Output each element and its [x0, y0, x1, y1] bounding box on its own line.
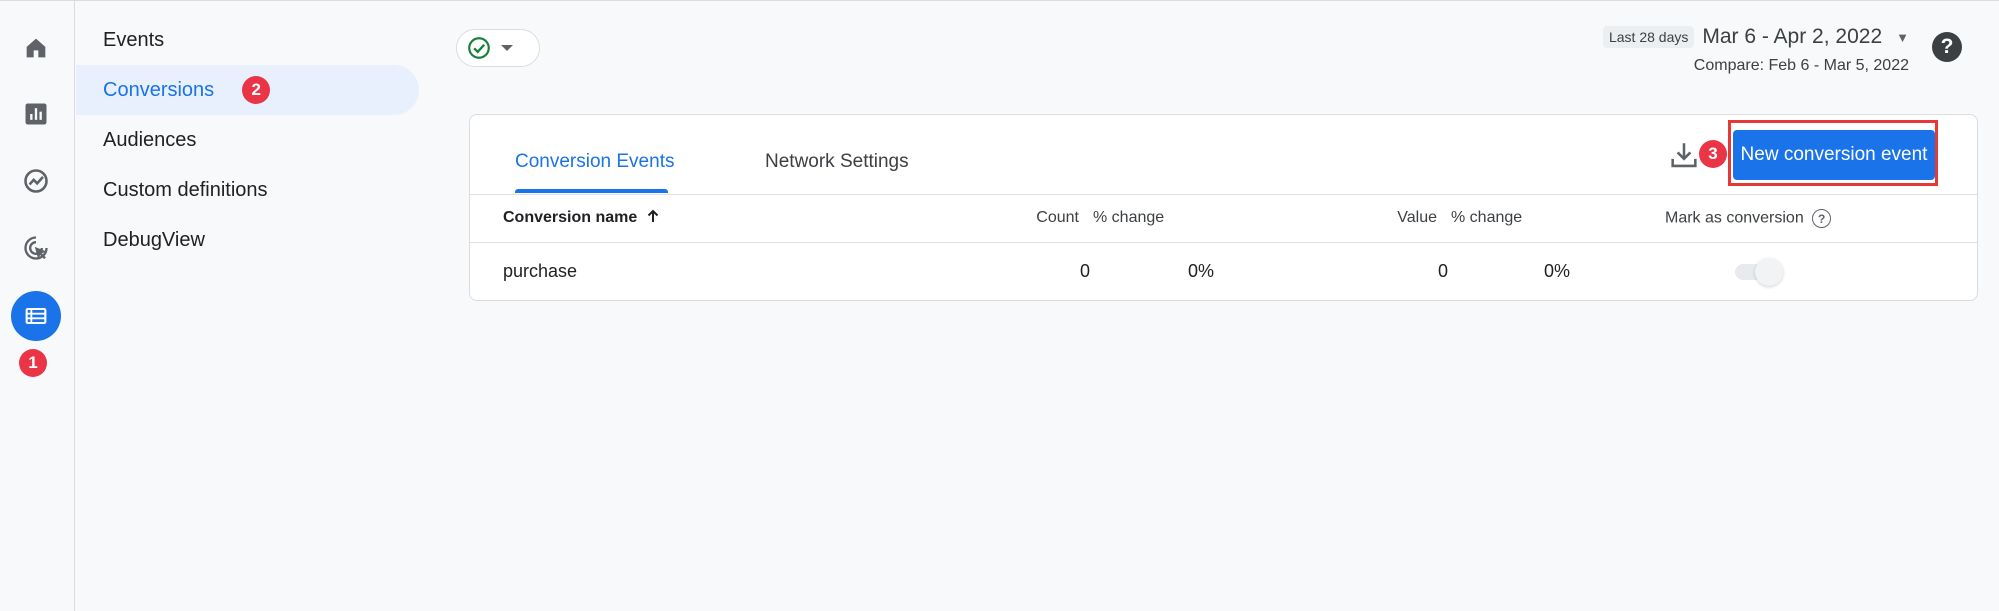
bar-chart-icon: [25, 103, 47, 125]
home-icon: [26, 38, 46, 58]
toggle-thumb: [1755, 258, 1783, 286]
subnav-item-events[interactable]: Events: [76, 15, 419, 65]
step-badge-2: 2: [242, 76, 271, 104]
column-header-conversion-name[interactable]: Conversion name: [503, 209, 660, 227]
arrow-up-icon: [647, 209, 658, 222]
explore-trend-icon: [24, 169, 48, 193]
active-tab-indicator: [515, 189, 668, 193]
date-range-picker[interactable]: Last 28 days Mar 6 - Apr 2, 2022 ▼ Compa…: [1602, 25, 1909, 75]
download-button[interactable]: [1667, 139, 1701, 173]
check-circle-icon: [468, 37, 490, 59]
caret-down-icon: ▼: [1896, 29, 1909, 45]
new-conversion-event-button[interactable]: New conversion event: [1733, 130, 1935, 180]
subnav-item-label: DebugView: [103, 228, 205, 251]
mark-as-conversion-toggle[interactable]: [1735, 257, 1787, 287]
configure-subnav: Events Conversions 2 Audiences Custom de…: [76, 1, 426, 611]
subnav-item-label: Events: [103, 28, 165, 51]
conversion-name-cell: purchase: [503, 261, 578, 281]
tab-bar: Conversion Events Network Settings 3 New…: [470, 115, 1977, 195]
compare-range-label: Compare: Feb 6 - Mar 5, 2022: [1693, 57, 1909, 74]
column-header-count-change[interactable]: % change: [1043, 209, 1243, 227]
help-icon[interactable]: ?: [1932, 32, 1962, 62]
subnav-item-label: Audiences: [103, 128, 197, 151]
tab-conversion-events[interactable]: Conversion Events: [515, 151, 674, 173]
subnav-item-label: Conversions: [103, 78, 215, 101]
count-cell: 0: [1079, 261, 1090, 281]
page: 1 Events Conversions 2 Audiences Custom …: [0, 0, 1999, 611]
caret-down-icon: [501, 45, 513, 51]
subnav-item-conversions[interactable]: Conversions 2: [76, 65, 419, 115]
table-row: purchase 0 0% 0 0%: [470, 243, 1977, 300]
cursor-target-icon: [24, 236, 48, 260]
subnav-item-label: Custom definitions: [103, 178, 268, 201]
tab-network-settings[interactable]: Network Settings: [765, 151, 909, 173]
column-header-value-change[interactable]: % change: [1451, 209, 1522, 227]
value-cell: 0: [1437, 261, 1448, 281]
date-range-label: Mar 6 - Apr 2, 2022: [1702, 25, 1883, 48]
rail-advertising-button[interactable]: [11, 223, 61, 273]
subnav-item-debugview[interactable]: DebugView: [76, 215, 419, 265]
rail-configure-button[interactable]: [11, 291, 61, 341]
icon-rail: 1: [0, 1, 75, 611]
date-preset-chip: Last 28 days: [1602, 26, 1695, 48]
download-icon: [1671, 143, 1697, 168]
count-change-cell: 0%: [1187, 261, 1214, 281]
rail-home-button[interactable]: [11, 23, 61, 73]
step-badge-3: 3: [1699, 140, 1727, 168]
column-header-mark-as-conversion: Mark as conversion ?: [1665, 209, 1832, 228]
step-badge-1: 1: [19, 349, 47, 377]
data-status-dropdown[interactable]: [456, 29, 540, 67]
subnav-item-custom-definitions[interactable]: Custom definitions: [76, 165, 419, 215]
subnav-item-audiences[interactable]: Audiences: [76, 115, 419, 165]
table-header: Conversion name Count % change Value % c…: [470, 195, 1977, 243]
conversion-events-card: Conversion Events Network Settings 3 New…: [469, 114, 1978, 301]
value-change-cell: 0%: [1543, 261, 1570, 281]
rail-explore-button[interactable]: [11, 156, 61, 206]
help-circle-icon[interactable]: ?: [1812, 209, 1832, 228]
column-header-value[interactable]: Value: [1340, 209, 1437, 227]
rail-reports-button[interactable]: [11, 89, 61, 139]
list-configure-icon: [25, 307, 47, 325]
